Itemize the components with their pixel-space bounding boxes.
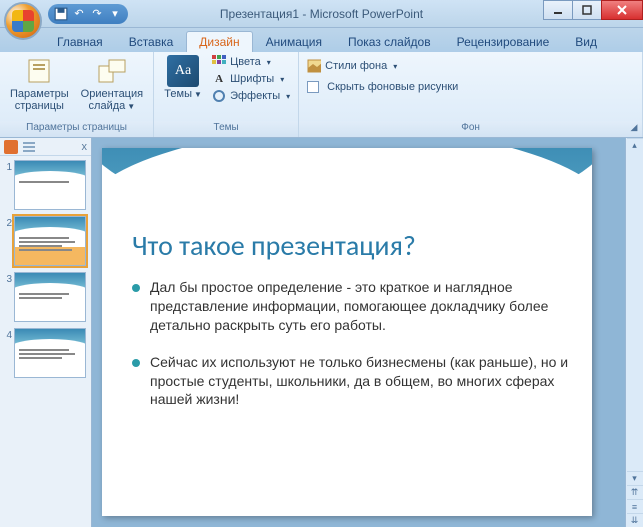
page-setup-label: Параметры страницы	[10, 88, 69, 112]
bullet-icon	[132, 284, 140, 292]
themes-label: Темы▼	[164, 88, 202, 101]
slide-number: 4	[2, 328, 12, 378]
dialog-launcher-icon[interactable]: ◢	[628, 122, 640, 134]
scroll-down-icon[interactable]: ▾	[627, 471, 643, 485]
prev-slide-icon[interactable]: ⇈	[627, 485, 643, 499]
thumbnail-item: 2	[2, 216, 89, 266]
orientation-button[interactable]: Ориентация слайда▼	[77, 54, 147, 115]
vertical-scrollbar[interactable]: ▴ ▾ ⇈ ≡ ⇊	[625, 138, 643, 527]
colors-icon	[212, 55, 226, 69]
themes-options: Цвета▾ AШрифты▾ Эффекты▾	[210, 54, 292, 104]
page-setup-icon	[23, 56, 55, 86]
slide-number: 2	[2, 216, 12, 266]
slide-editor[interactable]: Что такое презентация? Дал бы простое оп…	[92, 138, 625, 527]
fonts-button[interactable]: A Шрифты ▾	[210, 71, 292, 87]
background-options: Стили фона ▾ Скрыть фоновые рисунки	[305, 54, 460, 94]
colors-label: Цвета	[230, 56, 261, 68]
bullet-text[interactable]: Сейчас их используют не только бизнесмен…	[150, 353, 572, 410]
hide-bg-checkbox[interactable]: Скрыть фоновые рисунки	[305, 80, 460, 94]
current-slide[interactable]: Что такое презентация? Дал бы простое оп…	[102, 148, 592, 516]
theme-thumb-icon: Aa	[167, 56, 199, 86]
close-button[interactable]	[601, 0, 643, 20]
colors-button[interactable]: Цвета ▾	[210, 54, 292, 70]
group-label-background: Фон◢	[299, 121, 642, 137]
tab-design[interactable]: Дизайн	[186, 31, 252, 52]
qat-container: ↶ ↷ ▾	[48, 4, 128, 24]
bullet-item: Дал бы простое определение - это краткое…	[132, 278, 572, 335]
slides-tab-icon[interactable]	[4, 140, 18, 154]
chevron-down-icon: ▼	[194, 90, 202, 99]
pane-close-button[interactable]: x	[82, 141, 88, 153]
thumbnail-item: 1	[2, 160, 89, 210]
minimize-button[interactable]	[543, 0, 573, 20]
thumbnail-item: 4	[2, 328, 89, 378]
maximize-button[interactable]	[572, 0, 602, 20]
fonts-icon: A	[212, 72, 226, 86]
page-setup-button[interactable]: Параметры страницы	[6, 54, 73, 114]
bullet-icon	[132, 359, 140, 367]
slide-thumbnail-4[interactable]	[14, 328, 86, 378]
group-background: Стили фона ▾ Скрыть фоновые рисунки Фон◢	[299, 52, 643, 137]
slide-body[interactable]: Дал бы простое определение - это краткое…	[132, 278, 572, 427]
group-label-themes: Темы	[154, 121, 298, 137]
slide-title[interactable]: Что такое презентация?	[132, 228, 562, 263]
group-label-page-setup: Параметры страницы	[0, 121, 153, 137]
slide-number: 1	[2, 160, 12, 210]
bullet-item: Сейчас их используют не только бизнесмен…	[132, 353, 572, 410]
workspace: x 1 2 3 4 Что такое презентация? Дал бы …	[0, 138, 643, 527]
bg-styles-button[interactable]: Стили фона ▾	[305, 58, 460, 74]
ribbon: Параметры страницы Ориентация слайда▼ Па…	[0, 52, 643, 138]
bg-styles-label: Стили фона	[325, 60, 387, 72]
scroll-up-icon[interactable]: ▴	[627, 138, 643, 152]
slide-theme-decor	[102, 148, 592, 228]
orientation-label: Ориентация слайда▼	[81, 88, 143, 113]
office-button[interactable]	[4, 2, 42, 40]
effects-icon	[212, 89, 226, 103]
tab-home[interactable]: Главная	[44, 31, 116, 52]
outline-tab-icon[interactable]	[22, 140, 36, 154]
tab-insert[interactable]: Вставка	[116, 31, 187, 52]
save-icon[interactable]	[54, 7, 68, 21]
orientation-icon	[96, 56, 128, 86]
window-controls	[544, 0, 643, 27]
themes-button[interactable]: Aa Темы▼	[160, 54, 206, 103]
slide-thumbnail-2[interactable]	[14, 216, 86, 266]
thumbnail-list: 1 2 3 4	[0, 156, 91, 527]
qat-dropdown-icon[interactable]: ▾	[108, 7, 122, 21]
undo-icon[interactable]: ↶	[72, 7, 86, 21]
group-themes: Aa Темы▼ Цвета▾ AШрифты▾ Эффекты▾ Темы	[154, 52, 299, 137]
slide-number: 3	[2, 272, 12, 322]
redo-icon[interactable]: ↷	[90, 7, 104, 21]
group-page-setup: Параметры страницы Ориентация слайда▼ Па…	[0, 52, 154, 137]
next-slide-icon[interactable]: ⇊	[627, 513, 643, 527]
thumbnail-item: 3	[2, 272, 89, 322]
chevron-down-icon: ▾	[393, 62, 397, 71]
chevron-down-icon: ▾	[280, 75, 284, 84]
slide-thumbnail-3[interactable]	[14, 272, 86, 322]
tab-animations[interactable]: Анимация	[253, 31, 335, 52]
tab-view[interactable]: Вид	[562, 31, 610, 52]
title-bar: ↶ ↷ ▾ Презентация1 - Microsoft PowerPoin…	[0, 0, 643, 28]
slide-thumbnails-pane: x 1 2 3 4	[0, 138, 92, 527]
office-logo-icon	[12, 10, 34, 32]
effects-label: Эффекты	[230, 90, 280, 102]
ribbon-tabs: Главная Вставка Дизайн Анимация Показ сл…	[0, 28, 643, 52]
nav-menu-icon[interactable]: ≡	[627, 499, 643, 513]
chevron-down-icon: ▾	[286, 92, 290, 101]
chevron-down-icon: ▼	[127, 102, 135, 111]
effects-button[interactable]: Эффекты ▾	[210, 88, 292, 104]
hide-bg-label: Скрыть фоновые рисунки	[327, 81, 458, 93]
chevron-down-icon: ▾	[267, 58, 271, 67]
pane-header: x	[0, 138, 91, 156]
slide-thumbnail-1[interactable]	[14, 160, 86, 210]
quick-access-toolbar: ↶ ↷ ▾	[48, 0, 128, 27]
theme-sample: Aa	[167, 55, 199, 87]
fonts-label: Шрифты	[230, 73, 274, 85]
tab-review[interactable]: Рецензирование	[444, 31, 563, 52]
checkbox-icon	[307, 81, 319, 93]
bullet-text[interactable]: Дал бы простое определение - это краткое…	[150, 278, 572, 335]
bg-styles-icon	[307, 59, 321, 73]
tab-slideshow[interactable]: Показ слайдов	[335, 31, 444, 52]
